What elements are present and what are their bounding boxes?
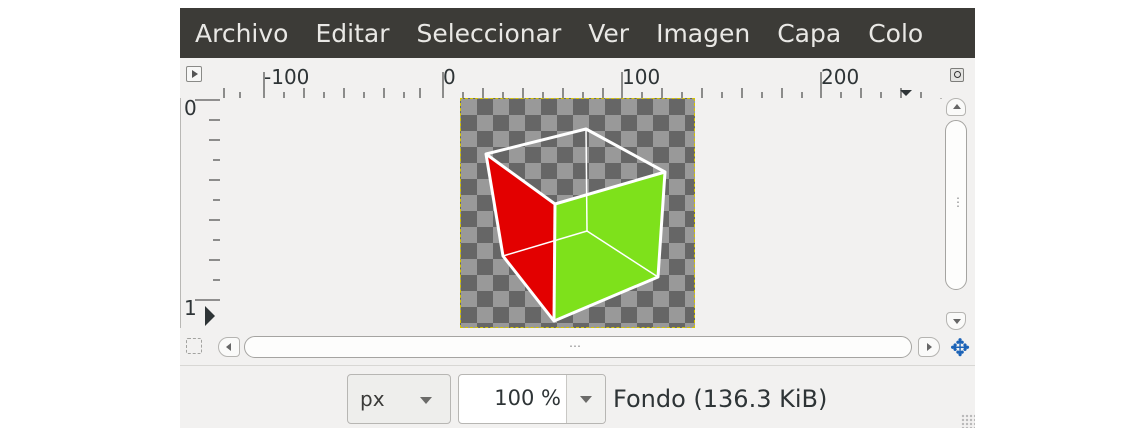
scroll-up-button[interactable] [946,98,966,116]
horizontal-scrollbar[interactable] [218,335,940,359]
ruler-label-100: 100 [622,65,661,89]
magnifier-icon[interactable] [950,68,964,82]
menu-ver[interactable]: Ver [572,19,640,48]
pointer-marker-vertical [205,306,215,326]
unit-value: px [360,387,385,411]
menu-editar[interactable]: Editar [299,19,400,48]
canvas-area[interactable] [220,98,940,328]
chevron-down-icon [580,396,592,403]
vertical-ruler-ticks [195,99,221,326]
zoom-value[interactable]: 100 % [494,386,561,410]
zoom-dropdown-button[interactable] [567,375,605,423]
ruler-label-v-0: 0 [184,96,197,120]
horizontal-scroll-thumb[interactable] [244,336,912,358]
status-separator [180,365,975,366]
ruler-label-v-1: 1 [184,296,197,320]
navigate-icon[interactable]: ✥ [948,336,972,360]
menu-archivo[interactable]: Archivo [180,19,299,48]
ruler-label-minus-100: -100 [264,65,310,89]
menu-imagen[interactable]: Imagen [640,19,761,48]
menu-colores[interactable]: Colo [852,19,934,48]
scroll-down-button[interactable] [946,312,966,330]
scroll-left-button[interactable] [218,337,240,357]
quick-mask-icon[interactable] [186,338,202,354]
scroll-right-button[interactable] [918,337,940,357]
vertical-scrollbar[interactable] [943,98,969,330]
image-layer[interactable] [460,98,695,328]
ruler-label-0: 0 [443,65,456,89]
unit-selector[interactable]: px [347,374,451,424]
vertical-scroll-thumb[interactable] [945,120,967,290]
menubar: Archivo Editar Seleccionar Ver Imagen Ca… [180,8,975,58]
ruler-label-200: 200 [821,65,860,89]
cube-image [484,127,667,323]
image-window: Archivo Editar Seleccionar Ver Imagen Ca… [180,8,975,428]
menu-capa[interactable]: Capa [761,19,852,48]
vertical-ruler[interactable]: 0 1 [180,96,222,328]
pointer-marker [900,90,912,96]
zoom-selector[interactable]: 100 % [458,374,606,424]
resize-grip-icon[interactable] [961,414,975,428]
chevron-down-icon [420,397,432,404]
horizontal-ruler[interactable]: -100 0 100 200 [220,62,942,99]
image-menu-button[interactable] [186,66,202,82]
layer-info-label: Fondo (136.3 KiB) [613,385,828,413]
menu-seleccionar[interactable]: Seleccionar [400,19,572,48]
